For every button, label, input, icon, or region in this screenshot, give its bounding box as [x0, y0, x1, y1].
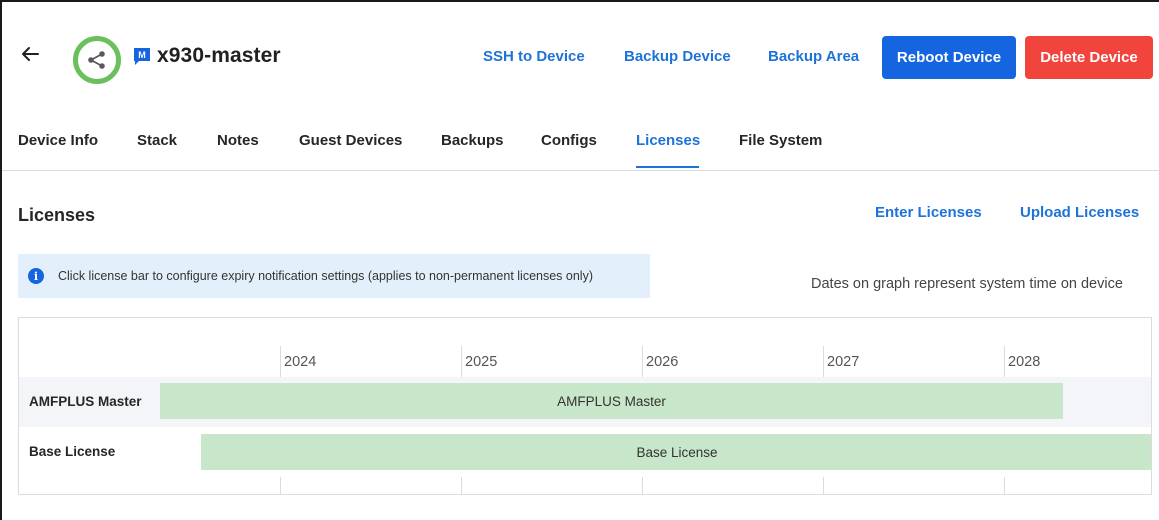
year-label-2026: 2026 [646, 354, 679, 370]
reboot-device-button[interactable]: Reboot Device [882, 36, 1016, 79]
dates-note: Dates on graph represent system time on … [811, 276, 1123, 292]
licenses-heading: Licenses [18, 205, 96, 225]
tab-device-info[interactable]: Device Info [18, 132, 98, 149]
bookmark-m-icon: M [134, 48, 150, 65]
tab-notes[interactable]: Notes [217, 132, 259, 149]
share-icon [88, 51, 105, 69]
year-label-2028: 2028 [1008, 354, 1041, 370]
info-icon: i [28, 268, 44, 284]
tab-guest-devices[interactable]: Guest Devices [299, 132, 402, 149]
row-label-base-license: Base License [29, 444, 116, 459]
year-label-2027: 2027 [827, 354, 860, 370]
license-timeline: 2024 2025 2026 2027 2028 AMFPLUS Master … [18, 317, 1152, 495]
badge-letter: M [138, 50, 146, 60]
device-status-ring [73, 36, 121, 84]
backup-device-link[interactable]: Backup Device [624, 48, 731, 65]
tabs-divider [2, 170, 1159, 171]
active-tab-indicator [636, 166, 699, 168]
timeline-row-amfplus: AMFPLUS Master AMFPLUS Master [19, 377, 1151, 427]
license-bar-amfplus-master[interactable]: AMFPLUS Master [160, 383, 1063, 419]
info-banner: i Click license bar to configure expiry … [18, 254, 650, 298]
arrow-left-icon[interactable] [18, 42, 42, 66]
timeline-row-base: Base License Base License [19, 427, 1151, 477]
row-label-amfplus-master: AMFPLUS Master [29, 394, 142, 409]
enter-licenses-link[interactable]: Enter Licenses [875, 204, 982, 221]
tab-file-system[interactable]: File System [739, 132, 822, 149]
info-text: Click license bar to configure expiry no… [58, 269, 593, 283]
year-label-2024: 2024 [284, 354, 317, 370]
tab-stack[interactable]: Stack [137, 132, 177, 149]
ssh-to-device-link[interactable]: SSH to Device [483, 48, 585, 65]
delete-device-button[interactable]: Delete Device [1025, 36, 1153, 79]
device-name: x930-master [157, 44, 281, 67]
backup-area-link[interactable]: Backup Area [768, 48, 859, 65]
upload-licenses-link[interactable]: Upload Licenses [1020, 204, 1139, 221]
tab-backups[interactable]: Backups [441, 132, 504, 149]
license-bar-base-license[interactable]: Base License [201, 434, 1151, 470]
year-label-2025: 2025 [465, 354, 498, 370]
tab-configs[interactable]: Configs [541, 132, 597, 149]
tab-licenses[interactable]: Licenses [636, 132, 700, 149]
